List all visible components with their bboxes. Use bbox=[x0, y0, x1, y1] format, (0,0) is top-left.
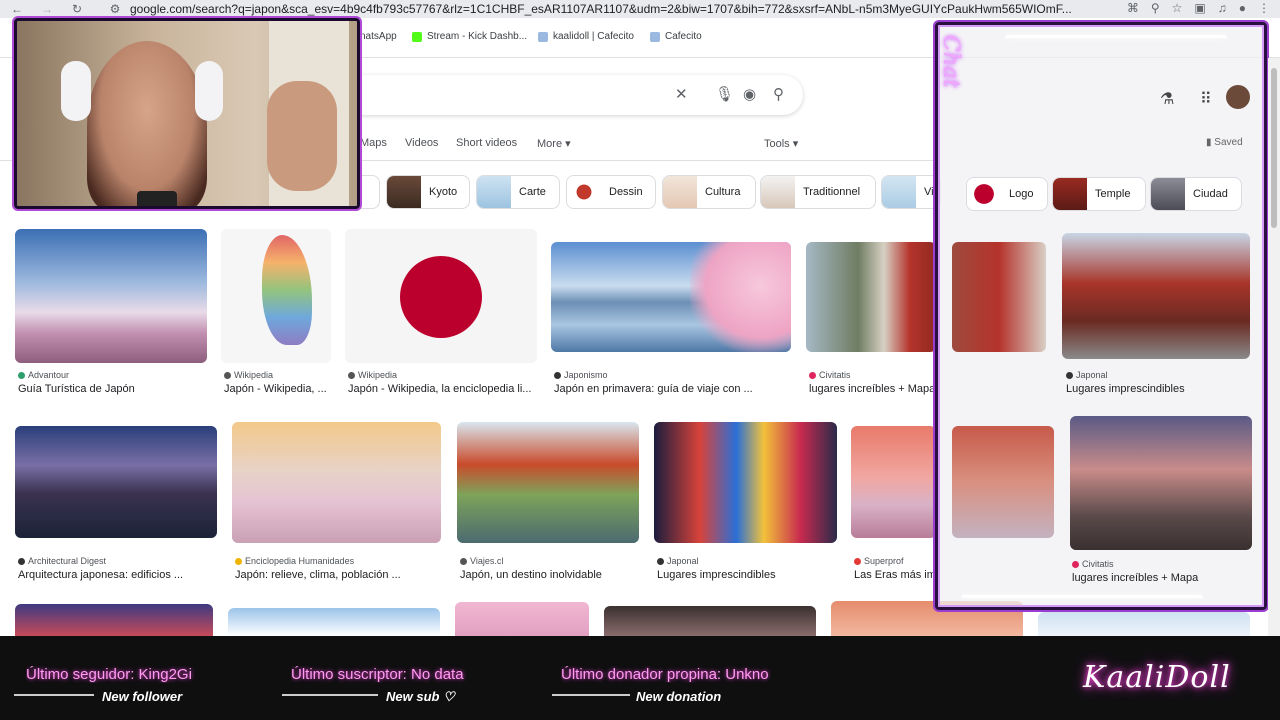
filter-chip-traditionnel[interactable]: Traditionnel bbox=[760, 175, 876, 209]
kick-icon bbox=[412, 31, 422, 42]
webcam-overlay bbox=[14, 18, 360, 209]
latest-subscriber: Último suscriptor: No data bbox=[291, 666, 464, 683]
menu-icon[interactable]: ⋮ bbox=[1258, 1, 1270, 15]
chip-thumbnail bbox=[882, 176, 916, 208]
new-sub-label: New sub ♡ bbox=[386, 689, 455, 704]
filter-chip-cultura[interactable]: Cultura bbox=[662, 175, 756, 209]
chip-thumbnail bbox=[387, 176, 421, 208]
saved-button[interactable]: ▮ Saved bbox=[1206, 137, 1243, 148]
search-icon[interactable]: ⚲ bbox=[773, 85, 784, 103]
account-avatar[interactable] bbox=[1226, 85, 1250, 109]
site-info-icon[interactable]: ⚙ bbox=[104, 2, 126, 16]
chip-thumbnail bbox=[1053, 178, 1087, 210]
filter-chip-ciudad[interactable]: Ciudad bbox=[1150, 177, 1242, 211]
bookmark-item[interactable]: kaalidoll | Cafecito bbox=[538, 31, 634, 42]
chip-thumbnail bbox=[761, 176, 795, 208]
bookmark-star-icon[interactable]: ☆ bbox=[1172, 1, 1183, 15]
translate-icon[interactable]: ⌘ bbox=[1127, 1, 1139, 15]
image-result[interactable] bbox=[455, 602, 589, 636]
image-result[interactable] bbox=[952, 426, 1054, 538]
search-input[interactable]: ✕ 🎙 ◉ ⚲ bbox=[345, 75, 803, 115]
chip-thumbnail bbox=[477, 176, 511, 208]
microphone bbox=[137, 191, 177, 206]
bookmark-item[interactable]: Stream - Kick Dashb... bbox=[412, 31, 527, 42]
filter-chip[interactable]: Vi bbox=[881, 175, 941, 209]
image-result[interactable] bbox=[1070, 416, 1252, 550]
profile-avatar[interactable]: ● bbox=[1239, 1, 1246, 15]
chip-thumbnail bbox=[567, 176, 601, 208]
browser-toolbar: ← → ↻ ⚙ google.com/search?q=japon&sca_es… bbox=[0, 0, 1280, 18]
streamer-logo: KaaliDoll bbox=[1083, 660, 1231, 695]
media-icon[interactable]: ♫ bbox=[1218, 1, 1227, 15]
lens-icon[interactable]: ◉ bbox=[743, 85, 756, 103]
chip-thumbnail bbox=[967, 178, 1001, 210]
tab-more[interactable]: More ▾ bbox=[537, 137, 571, 150]
tab-videos[interactable]: Videos bbox=[405, 137, 438, 149]
forward-icon[interactable]: → bbox=[36, 2, 58, 16]
chat-overlay: Chat ⚗ ⠿ ▮ Saved Logo Temple Ciudad Japo… bbox=[935, 22, 1267, 610]
labs-icon[interactable]: ⚗ bbox=[1160, 89, 1174, 109]
clear-icon[interactable]: ✕ bbox=[675, 85, 688, 103]
scrollbar[interactable] bbox=[1268, 58, 1280, 636]
address-bar[interactable]: google.com/search?q=japon&sca_esv=4b9c4f… bbox=[130, 2, 1072, 16]
cafecito-icon bbox=[538, 31, 548, 42]
chat-title: Chat bbox=[938, 35, 963, 88]
latest-donation: Último donador propina: Unkno bbox=[561, 666, 769, 683]
extensions-icon[interactable]: ▣ bbox=[1194, 1, 1205, 15]
image-result[interactable] bbox=[952, 242, 1046, 352]
new-follower-label: New follower bbox=[102, 689, 183, 704]
image-result[interactable] bbox=[228, 608, 440, 636]
tools-button[interactable]: Tools ▾ bbox=[764, 137, 798, 150]
bookmark-item[interactable]: Cafecito bbox=[650, 31, 702, 42]
bookmark-item[interactable]: natsApp bbox=[360, 31, 397, 42]
tab-maps[interactable]: Maps bbox=[360, 137, 387, 149]
reload-icon[interactable]: ↻ bbox=[66, 2, 88, 16]
back-icon[interactable]: ← bbox=[6, 2, 28, 16]
apps-grid-icon[interactable]: ⠿ bbox=[1200, 89, 1212, 109]
stream-alerts-bar: Último seguidor: King2Gi New follower Úl… bbox=[0, 636, 1280, 720]
image-result[interactable] bbox=[1038, 612, 1250, 636]
chip-thumbnail bbox=[663, 176, 697, 208]
image-result[interactable] bbox=[1062, 233, 1250, 359]
cafecito-icon bbox=[650, 31, 660, 42]
tab-short-videos[interactable]: Short videos bbox=[456, 137, 517, 149]
filter-chip-dessin[interactable]: Dessin bbox=[566, 175, 656, 209]
filter-chip-logo[interactable]: Logo bbox=[966, 177, 1048, 211]
latest-follower: Último seguidor: King2Gi bbox=[26, 666, 192, 683]
image-result[interactable] bbox=[15, 604, 213, 636]
filter-chip-kyoto[interactable]: Kyoto bbox=[386, 175, 470, 209]
microphone-icon[interactable]: 🎙 bbox=[715, 85, 734, 103]
image-result[interactable] bbox=[604, 606, 816, 636]
zoom-icon[interactable]: ⚲ bbox=[1151, 1, 1160, 15]
new-donation-label: New donation bbox=[636, 689, 722, 704]
chip-thumbnail bbox=[1151, 178, 1185, 210]
filter-chip-carte[interactable]: Carte bbox=[476, 175, 560, 209]
filter-chip-temple[interactable]: Temple bbox=[1052, 177, 1146, 211]
